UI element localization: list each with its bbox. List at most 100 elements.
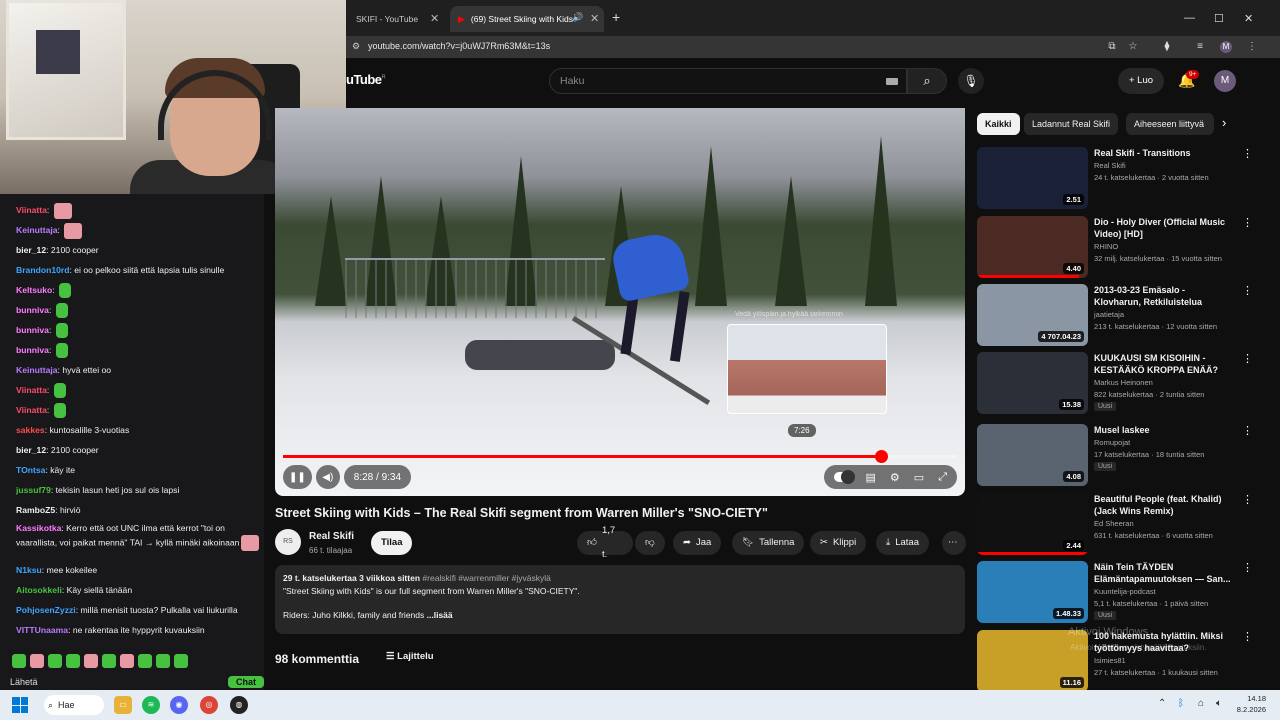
hashtags[interactable]: #realskifi #warrenmiller #jyväskylä xyxy=(422,573,550,583)
channel-name[interactable]: Romupojat xyxy=(1094,438,1130,447)
chat-username[interactable]: bier_12 xyxy=(16,245,46,255)
recommended-video[interactable]: 1.48.33 Näin Tein TÄYDEN Elämäntapamuutok… xyxy=(977,561,1257,623)
video-thumbnail[interactable]: 2.51 xyxy=(977,147,1088,209)
channel-avatar[interactable]: RS xyxy=(275,529,301,555)
chevron-up-icon[interactable]: ⌃ xyxy=(1158,698,1166,709)
bluetooth-icon[interactable]: ᛒ xyxy=(1178,698,1184,709)
save-button[interactable]: 🔖︎ Tallenna xyxy=(732,531,805,555)
maximize-button[interactable]: ☐ xyxy=(1214,12,1224,25)
video-title[interactable]: Dio - Holy Diver (Official Music Video) … xyxy=(1094,216,1234,240)
spotify-icon[interactable]: ≋ xyxy=(142,696,160,714)
chat-username[interactable]: Brandon10rd xyxy=(16,265,69,275)
chat-username[interactable]: bunniva xyxy=(16,345,49,355)
recommended-video[interactable]: 2.51 Real Skifi - Transitions Real Skifi 24… xyxy=(977,147,1257,209)
bookmark-star-icon[interactable]: ☆ xyxy=(1127,41,1139,53)
chat-input-row[interactable]: Lähetä Chat xyxy=(10,674,264,690)
chat-username[interactable]: N1ksu xyxy=(16,565,42,575)
video-thumbnail[interactable]: 1.48.33 xyxy=(977,561,1088,623)
description-box[interactable]: 29 t. katselukertaa 3 viikkoa sitten #re… xyxy=(275,565,965,634)
video-thumbnail[interactable]: 4.40 xyxy=(977,216,1088,278)
dislike-button[interactable]: 👎︎ xyxy=(635,531,665,555)
autoplay-toggle[interactable] xyxy=(833,470,855,484)
channel-name[interactable]: jaatietaja xyxy=(1094,310,1124,319)
scrubber-handle[interactable] xyxy=(874,450,888,463)
fullscreen-icon[interactable]: ⤢ xyxy=(938,471,947,484)
youtube-logo[interactable]: uTubeFI xyxy=(346,72,386,87)
video-thumbnail[interactable]: 11.16 xyxy=(977,630,1088,692)
more-options-icon[interactable]: ⋮ xyxy=(1242,493,1253,506)
subscribe-button[interactable]: Tilaa xyxy=(371,531,413,555)
cast-icon[interactable]: ⧉ xyxy=(1106,41,1118,53)
search-input[interactable]: Haku xyxy=(549,68,907,94)
chip-uploaded-by[interactable]: Ladannut Real Skifi xyxy=(1024,113,1119,135)
obs-icon[interactable]: ◍ xyxy=(230,696,248,714)
chip-related[interactable]: Aiheeseen liittyvä xyxy=(1126,113,1214,135)
chat-username[interactable]: bunniva xyxy=(16,325,49,335)
recommended-video[interactable]: 2.44 Beautiful People (feat. Khalid) (Jac… xyxy=(977,493,1257,555)
new-tab-button[interactable]: + xyxy=(612,9,620,25)
video-title[interactable]: Beautiful People (feat. Khalid) (Jack Wi… xyxy=(1094,493,1234,517)
channel-name[interactable]: Ed Sheeran xyxy=(1094,519,1134,528)
clip-button[interactable]: ✂ Klippi xyxy=(810,531,867,555)
more-options-icon[interactable]: ⋮ xyxy=(1242,630,1253,643)
video-player[interactable]: Vedä ylöspäin ja hylkää tarkemmin 7:26 ❚… xyxy=(275,108,965,496)
browser-menu-icon[interactable]: ⋮ xyxy=(1246,41,1258,53)
volume-button[interactable]: ◀) xyxy=(315,465,340,489)
media-icon[interactable]: ≡ xyxy=(1194,41,1206,53)
chrome-icon[interactable]: ◎ xyxy=(200,696,218,714)
chat-username[interactable]: bunniva xyxy=(16,305,49,315)
channel-name[interactable]: RHINO xyxy=(1094,242,1118,251)
recommended-video[interactable]: 11.16 100 hakemusta hylättiin. Miksi työt… xyxy=(977,630,1257,692)
chat-username[interactable]: PohjosenZyzzi xyxy=(16,605,76,615)
profile-icon[interactable]: M xyxy=(1220,41,1232,53)
video-thumbnail[interactable]: 2.44 xyxy=(977,493,1088,555)
theater-mode-icon[interactable]: ▭ xyxy=(914,471,924,484)
more-options-icon[interactable]: ⋮ xyxy=(1242,424,1253,437)
chat-send-label[interactable]: Lähetä xyxy=(10,677,38,687)
chat-username[interactable]: TOntsa xyxy=(16,465,45,475)
more-options-icon[interactable]: ⋮ xyxy=(1242,216,1253,229)
chat-username[interactable]: Keinuttaja xyxy=(16,365,58,375)
close-icon[interactable]: ✕ xyxy=(430,12,439,25)
voice-search-button[interactable]: 🎙 xyxy=(958,68,984,94)
chat-post-button[interactable]: Chat xyxy=(228,676,264,688)
address-bar[interactable]: ⚙ youtube.com/watch?v=j0uWJ7Rm63M&t=13s xyxy=(346,36,1280,58)
chat-username[interactable]: VITTUnaama xyxy=(16,625,68,635)
channel-name[interactable]: Real Skifi xyxy=(309,531,354,542)
more-options-icon[interactable]: ⋮ xyxy=(1242,284,1253,297)
volume-tray-icon[interactable]: 🔈︎ xyxy=(1216,698,1222,709)
download-button[interactable]: ⤓ Lataa xyxy=(876,531,929,555)
chat-username[interactable]: Viinatta xyxy=(16,205,47,215)
video-title[interactable]: Näin Tein TÄYDEN Elämäntapamuutoksen — S… xyxy=(1094,561,1234,585)
subtitles-icon[interactable]: ▤ xyxy=(866,471,876,484)
like-button[interactable]: 👍︎ 1,7 t. xyxy=(577,525,633,560)
chat-username[interactable]: Keinuttaja xyxy=(16,225,58,235)
more-options-icon[interactable]: ⋮ xyxy=(1242,147,1253,160)
close-window-button[interactable]: ✕ xyxy=(1244,12,1253,25)
chat-username[interactable]: sakkes xyxy=(16,425,45,435)
progress-bar[interactable] xyxy=(283,450,957,463)
channel-name[interactable]: Isimies81 xyxy=(1094,656,1126,665)
chat-username[interactable]: Kassikotka xyxy=(16,523,61,533)
taskbar-clock[interactable]: 14.18 8.2.2026 xyxy=(1237,693,1266,715)
video-title[interactable]: 2013-03-23 Emäsalo - Klovharun, Retkilui… xyxy=(1094,284,1234,308)
recommended-video[interactable]: 4 707.04.23 2013-03-23 Emäsalo - Klovharu… xyxy=(977,284,1257,346)
recommended-video[interactable]: 4.40 Dio - Holy Diver (Official Music Vid… xyxy=(977,216,1257,278)
speaker-icon[interactable]: 🔊 xyxy=(572,12,583,23)
pause-button[interactable]: ❚❚ xyxy=(283,465,312,489)
chevron-right-icon[interactable]: › xyxy=(1222,115,1226,130)
channel-name[interactable]: Markus Heinonen xyxy=(1094,378,1153,387)
settings-icon[interactable]: ⚙ xyxy=(890,471,900,484)
recommended-video[interactable]: 15.38 KUUKAUSI SM KISOIHIN - KESTÄÄKÖ KRO… xyxy=(977,352,1257,414)
chat-username[interactable]: Aitosokkeli xyxy=(16,585,62,595)
keyboard-icon[interactable] xyxy=(886,78,898,85)
close-icon[interactable]: ✕ xyxy=(590,12,599,25)
create-button[interactable]: + Luo xyxy=(1118,68,1164,94)
video-thumbnail[interactable]: 4.08 xyxy=(977,424,1088,486)
discord-icon[interactable]: ◉ xyxy=(170,696,188,714)
file-explorer-icon[interactable]: ▭ xyxy=(114,696,132,714)
video-title[interactable]: Musel laskee xyxy=(1094,424,1234,436)
chat-username[interactable]: Viinatta xyxy=(16,385,47,395)
minimize-button[interactable]: — xyxy=(1184,12,1195,24)
more-options-icon[interactable]: ⋮ xyxy=(1242,561,1253,574)
